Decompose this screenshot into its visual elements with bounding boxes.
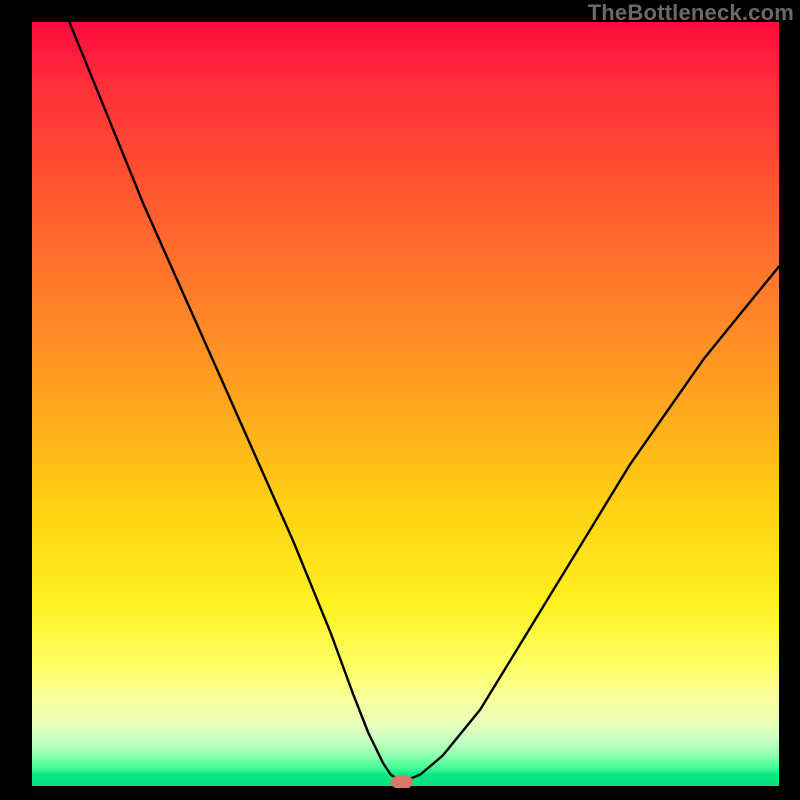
chart-frame: TheBottleneck.com <box>0 0 800 800</box>
bottleneck-curve <box>32 22 779 786</box>
minimum-marker <box>391 776 413 788</box>
plot-area <box>32 22 779 786</box>
